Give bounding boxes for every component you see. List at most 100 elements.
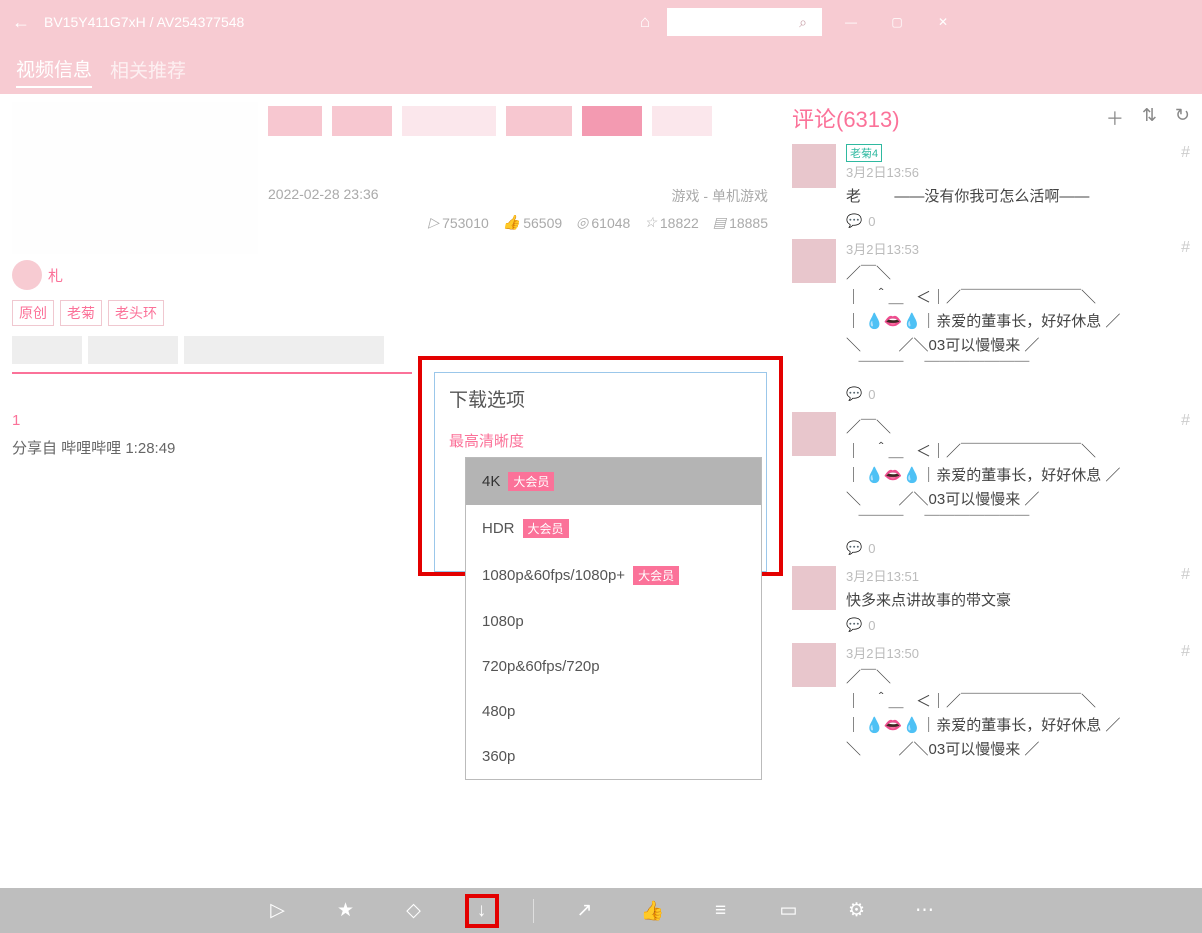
titlebar: ← BV15Y411G7xH / AV254377548 ⌂ ⌕ — ▢ ✕ (0, 0, 1202, 44)
video-info-panel: 2022-02-28 23:36 游戏 - 单机游戏 ▷753010 👍5650… (0, 94, 780, 888)
comment-avatar[interactable] (792, 144, 836, 188)
comment-text: ／￣＼ ｜ ＾＿ ＜｜／￣￣￣￣￣￣￣￣＼ ｜ 💧👄💧｜亲爱的董事长，好好休息 … (846, 416, 1190, 536)
uploader-avatar[interactable] (12, 260, 42, 290)
reply-count: 0 (868, 387, 875, 402)
reply-icon: 💬 (846, 617, 862, 633)
comment-text: ／￣＼ ｜ ＾＿ ＜｜／￣￣￣￣￣￣￣￣＼ ｜ 💧👄💧｜亲爱的董事长，好好休息 … (846, 666, 1190, 762)
download-title: 下载选项 (449, 385, 752, 412)
add-comment-icon[interactable]: ＋ (1106, 105, 1124, 131)
comment-time: 3月2日13:53 (846, 239, 1190, 258)
category: 游戏 - 单机游戏 (672, 186, 768, 206)
user-badge: 老菊4 (846, 144, 882, 162)
quality-option[interactable]: HDR大会员 (466, 505, 761, 552)
uploader-row[interactable]: 札 (12, 260, 768, 290)
tab-related[interactable]: 相关推荐 (110, 52, 186, 87)
comment: #老菊43月2日13:56老 ——没有你我可怎么活啊——💬0 (792, 144, 1190, 229)
bottom-toolbar: ▷ ★ ◇ ↓ ↗ 👍 ≡ ▭ ⚙ ⋯ (0, 888, 1202, 933)
reply-count: 0 (868, 214, 875, 229)
play-button[interactable]: ▷ (261, 894, 295, 928)
reply-count: 0 (868, 618, 875, 633)
comment: #3月2日13:50／￣＼ ｜ ＾＿ ＜｜／￣￣￣￣￣￣￣￣＼ ｜ 💧👄💧｜亲爱… (792, 643, 1190, 762)
back-button[interactable]: ← (12, 12, 44, 33)
video-title (268, 106, 768, 140)
quality-option[interactable]: 720p&60fps/720p (466, 644, 761, 689)
settings-button[interactable]: ⚙ (840, 894, 874, 928)
coin-count: 61048 (591, 215, 630, 231)
fav-count: 18822 (660, 215, 699, 231)
danmu-count: 18885 (729, 215, 768, 231)
comment-time: 3月2日13:56 (846, 162, 1190, 181)
hash-icon[interactable]: # (1181, 643, 1190, 661)
quality-option[interactable]: 1080p (466, 599, 761, 644)
reply-row[interactable]: 💬0 (846, 213, 1190, 229)
thumbs-button[interactable]: 👍 (636, 894, 670, 928)
comment: #／￣＼ ｜ ＾＿ ＜｜／￣￣￣￣￣￣￣￣＼ ｜ 💧👄💧｜亲爱的董事长，好好休息… (792, 412, 1190, 556)
separator (533, 899, 534, 923)
reply-row[interactable]: 💬0 (846, 617, 1190, 633)
comment-avatar[interactable] (792, 239, 836, 283)
uploader-name[interactable]: 札 (48, 265, 63, 286)
subtitle-button[interactable]: ▭ (772, 894, 806, 928)
tab-video-info[interactable]: 视频信息 (16, 51, 92, 88)
reply-icon: 💬 (846, 540, 862, 556)
publish-date: 2022-02-28 23:36 (268, 186, 379, 206)
quality-option[interactable]: 480p (466, 689, 761, 734)
sort-icon[interactable]: ⇅ (1142, 105, 1157, 131)
hash-icon[interactable]: # (1181, 566, 1190, 584)
search-box[interactable]: ⌕ (667, 8, 822, 36)
refresh-icon[interactable]: ↻ (1175, 105, 1190, 131)
comment: #3月2日13:53 ／￣＼ ｜ ＾＿ ＜｜／￣￣￣￣￣￣￣￣＼ ｜ 💧👄💧｜亲爱… (792, 239, 1190, 402)
fav-icon: ☆ (644, 214, 657, 231)
reply-icon: 💬 (846, 386, 862, 402)
vip-badge: 大会员 (523, 519, 569, 538)
comment-username[interactable]: 老菊4 (846, 144, 1190, 162)
danmu-icon: ▤ (713, 214, 726, 231)
like-count: 56509 (523, 215, 562, 231)
close-button[interactable]: ✕ (920, 0, 966, 44)
reply-icon: 💬 (846, 213, 862, 229)
tag[interactable]: 老菊 (60, 300, 102, 326)
download-button[interactable]: ↓ (465, 894, 499, 928)
star-button[interactable]: ★ (329, 894, 363, 928)
comment-text: 老 ——没有你我可怎么活啊—— (846, 185, 1190, 209)
share-button[interactable]: ↗ (568, 894, 602, 928)
comment-text: 快多来点讲故事的带文豪 (846, 589, 1190, 613)
like-icon: 👍 (503, 214, 520, 231)
comment-avatar[interactable] (792, 643, 836, 687)
maximize-button[interactable]: ▢ (874, 0, 920, 44)
reply-row[interactable]: 💬0 (846, 386, 1190, 402)
quality-dropdown[interactable]: 4K大会员HDR大会员1080p&60fps/1080p+大会员1080p720… (465, 457, 762, 780)
reply-count: 0 (868, 541, 875, 556)
quality-label: 最高清晰度 (449, 430, 752, 451)
vip-badge: 大会员 (508, 472, 554, 491)
reply-row[interactable]: 💬0 (846, 540, 1190, 556)
quality-option[interactable]: 4K大会员 (466, 458, 761, 505)
list-button[interactable]: ≡ (704, 894, 738, 928)
tag[interactable]: 原创 (12, 300, 54, 326)
quality-option[interactable]: 1080p&60fps/1080p+大会员 (466, 552, 761, 599)
hash-icon[interactable]: # (1181, 239, 1190, 257)
comment-text: ／￣＼ ｜ ＾＿ ＜｜／￣￣￣￣￣￣￣￣＼ ｜ 💧👄💧｜亲爱的董事长，好好休息 … (846, 262, 1190, 382)
tag-row: 原创 老菊 老头环 (12, 300, 768, 326)
comment-time: 3月2日13:51 (846, 566, 1190, 585)
vip-badge: 大会员 (633, 566, 679, 585)
tag[interactable]: 老头环 (108, 300, 164, 326)
search-icon[interactable]: ⌕ (787, 14, 819, 31)
download-options-panel: 下载选项 最高清晰度 4K大会员HDR大会员1080p&60fps/1080p+… (418, 356, 783, 576)
comment: #3月2日13:51快多来点讲故事的带文豪💬0 (792, 566, 1190, 633)
hash-icon[interactable]: # (1181, 144, 1190, 162)
comments-panel: 评论(6313) ＋ ⇅ ↻ # 老菊43月2日13:56 老 ——没有你我可怎么活… (780, 94, 1202, 888)
quality-option[interactable]: 360p (466, 734, 761, 779)
stats-row: ▷753010 👍56509 ◎61048 ☆18822 ▤18885 (268, 214, 768, 231)
hash-icon[interactable]: # (1181, 412, 1190, 430)
minimize-button[interactable]: — (828, 0, 874, 44)
comment-avatar[interactable] (792, 412, 836, 456)
comment-avatar[interactable] (792, 566, 836, 610)
comments-header: 评论(6313) (792, 102, 900, 134)
home-button[interactable]: ⌂ (623, 12, 667, 32)
video-thumbnail[interactable] (12, 102, 258, 254)
search-input[interactable] (667, 8, 787, 36)
more-button[interactable]: ⋯ (908, 894, 942, 928)
erase-button[interactable]: ◇ (397, 894, 431, 928)
window-title: BV15Y411G7xH / AV254377548 (44, 14, 611, 30)
